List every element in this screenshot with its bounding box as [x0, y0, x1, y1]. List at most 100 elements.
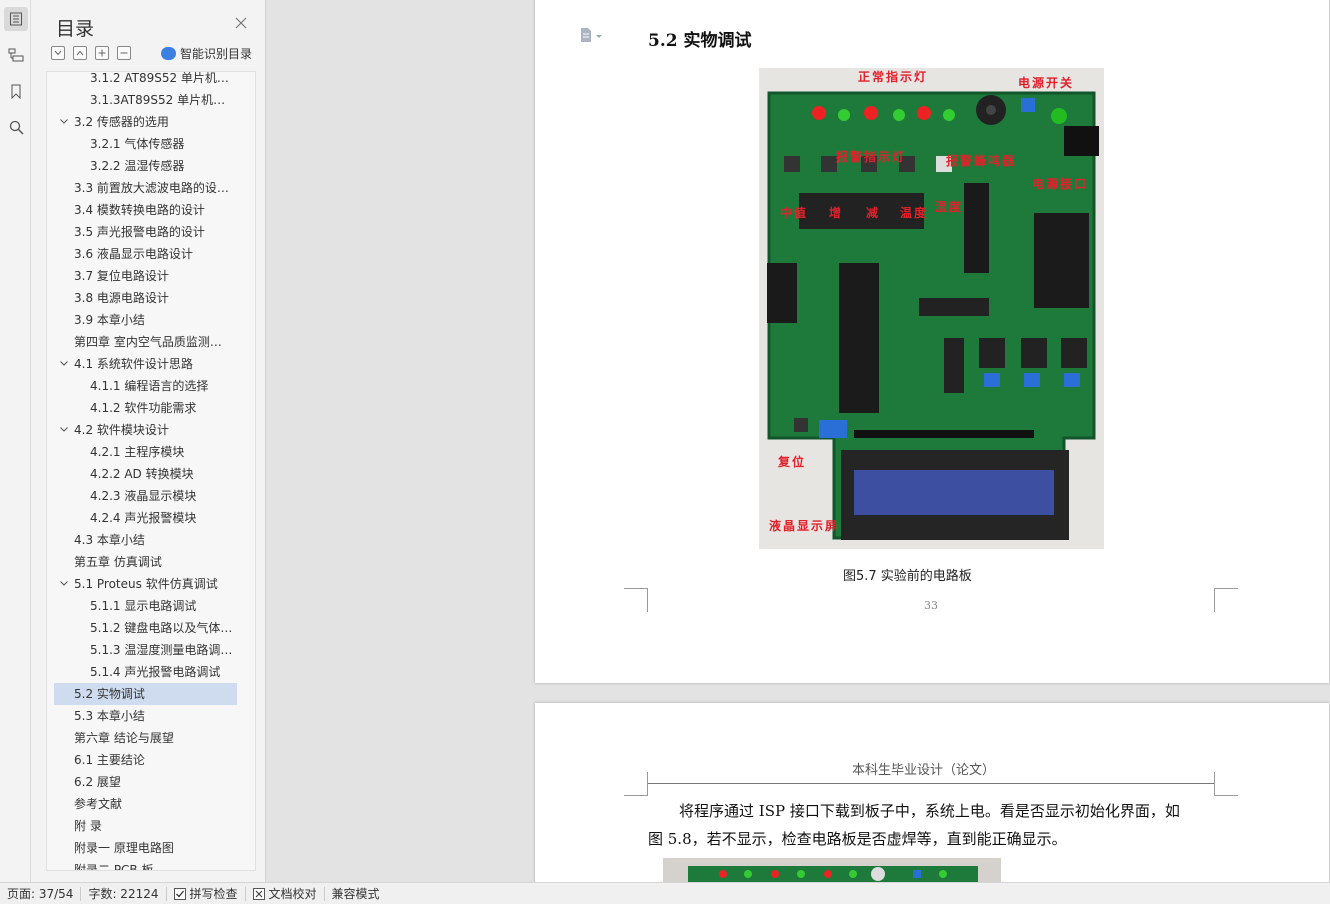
toc-item-label: 第四章 室内空气品质监测… — [74, 335, 222, 349]
toc-item[interactable]: 3.5 声光报警电路的设计 — [47, 221, 237, 243]
word-count[interactable]: 字数: 22124 — [81, 885, 165, 902]
navigation-pane-button[interactable] — [4, 43, 28, 67]
toc-item[interactable]: 3.2 传感器的选用 — [47, 111, 237, 133]
page-number: 33 — [924, 599, 938, 612]
expand-all-button[interactable] — [51, 46, 65, 60]
chevron-down-icon[interactable] — [60, 119, 68, 124]
toc-item[interactable]: 3.2.1 气体传感器 — [47, 133, 237, 155]
toc-item-label: 3.2.2 温湿传感器 — [90, 159, 185, 173]
bookmark-button[interactable] — [4, 79, 28, 103]
toc-item-label: 附录二 PCB 板 — [74, 863, 154, 871]
toc-item[interactable]: 4.1.2 软件功能需求 — [47, 397, 237, 419]
chevron-down-icon[interactable] — [60, 427, 68, 432]
toc-item[interactable]: 3.7 复位电路设计 — [47, 265, 237, 287]
collapse-all-button[interactable] — [73, 46, 87, 60]
label-key-mid: 中值 — [780, 206, 809, 220]
status-bar: 页面: 37/54 字数: 22124 拼写检查 文档校对 兼容模式 — [0, 882, 1330, 904]
toc-item[interactable]: 附 录 — [47, 815, 237, 837]
document-page-next — [535, 703, 1329, 882]
label-key-temp: 温度 — [900, 206, 929, 220]
close-icon[interactable] — [234, 16, 248, 30]
label-key-plus: 增 — [829, 206, 844, 220]
search-button[interactable] — [4, 115, 28, 139]
paragraph-menu-icon[interactable] — [579, 27, 605, 45]
toc-item[interactable]: 3.3 前置放大滤波电路的设… — [47, 177, 237, 199]
toc-item-label: 附录一 原理电路图 — [74, 841, 174, 855]
toc-item[interactable]: 3.2.2 温湿传感器 — [47, 155, 237, 177]
chevron-down-icon[interactable] — [60, 581, 68, 586]
toc-item[interactable]: 4.1.1 编程语言的选择 — [47, 375, 237, 397]
spell-check-button[interactable]: 拼写检查 — [167, 885, 245, 902]
proofread-button[interactable]: 文档校对 — [246, 885, 324, 902]
toc-item[interactable]: 5.3 本章小结 — [47, 705, 237, 727]
smart-toc-button[interactable]: 智能识别目录 — [161, 45, 252, 62]
left-rail — [0, 0, 31, 882]
toc-item[interactable]: 3.8 电源电路设计 — [47, 287, 237, 309]
toc-item[interactable]: 4.1 系统软件设计思路 — [47, 353, 237, 375]
body-paragraph-line1: 将程序通过 ISP 接口下载到板子中，系统上电。看是否显示初始化界面，如 — [679, 802, 1180, 820]
figure-caption: 图5.7 实验前的电路板 — [843, 569, 972, 584]
page-indicator[interactable]: 页面: 37/54 — [0, 885, 80, 902]
toc-item[interactable]: 5.1.2 键盘电路以及气体… — [47, 617, 237, 639]
toc-item[interactable]: 6.1 主要结论 — [47, 749, 237, 771]
smart-toc-icon — [161, 47, 176, 60]
toc-panel: 目录 智能识别目录 3.1.2 AT89S52 单片机… 3.1.3AT89S52… — [31, 0, 273, 882]
toc-item[interactable]: 5.1.1 显示电路调试 — [47, 595, 237, 617]
toc-item[interactable]: 3.1.2 AT89S52 单片机… — [47, 72, 237, 89]
toc-title: 目录 — [56, 18, 95, 40]
toc-item[interactable]: 第五章 仿真调试 — [47, 551, 237, 573]
smart-toc-label: 智能识别目录 — [180, 47, 253, 61]
toc-item-label: 3.5 声光报警电路的设计 — [74, 225, 205, 239]
toc-item[interactable]: 3.4 模数转换电路的设计 — [47, 199, 237, 221]
chevron-down-icon[interactable] — [60, 361, 68, 366]
toc-item[interactable]: 5.2 实物调试 — [54, 683, 237, 705]
toc-item[interactable]: 附录二 PCB 板 — [47, 859, 237, 871]
remove-heading-button[interactable] — [117, 46, 131, 60]
toc-item-label: 4.3 本章小结 — [74, 533, 145, 547]
app-window: 目录 智能识别目录 3.1.2 AT89S52 单片机… 3.1.3AT89S52… — [0, 0, 1330, 904]
page-corner-mark — [624, 588, 648, 612]
toc-item[interactable]: 3.9 本章小结 — [47, 309, 237, 331]
toc-item-label: 第六章 结论与展望 — [74, 731, 174, 745]
toc-item-label: 5.1.4 声光报警电路调试 — [90, 665, 221, 679]
toc-item[interactable]: 4.2 软件模块设计 — [47, 419, 237, 441]
plus-icon — [98, 49, 106, 57]
checkbox-icon — [173, 887, 186, 900]
document-view[interactable]: 5.2 实物调试 正常指示灯 电源开关 报警指示灯 报警蜂鸣器 电源接口 中值 … — [266, 0, 1330, 882]
toc-item[interactable]: 第四章 室内空气品质监测… — [47, 331, 237, 353]
toc-item[interactable]: 参考文献 — [47, 793, 237, 815]
toc-item[interactable]: 附录一 原理电路图 — [47, 837, 237, 859]
toc-item-label: 4.2.2 AD 转换模块 — [90, 467, 194, 481]
toc-item[interactable]: 5.1.3 温湿度测量电路调… — [47, 639, 237, 661]
toc-item[interactable]: 4.2.3 液晶显示模块 — [47, 485, 237, 507]
section-heading: 5.2 实物调试 — [648, 31, 752, 51]
header-rule — [648, 783, 1214, 784]
label-power-port: 电源接口 — [1032, 177, 1089, 191]
toc-item[interactable]: 第六章 结论与展望 — [47, 727, 237, 749]
toc-item[interactable]: 3.1.3AT89S52 单片机… — [47, 89, 237, 111]
toc-toolbar — [51, 45, 131, 61]
toc-item-label: 4.2.3 液晶显示模块 — [90, 489, 197, 503]
circuit-board-photo — [759, 68, 1104, 549]
toc-item-label: 3.9 本章小结 — [74, 313, 145, 327]
add-heading-button[interactable] — [95, 46, 109, 60]
label-normal-led: 正常指示灯 — [858, 70, 929, 84]
toc-item[interactable]: 4.2.1 主程序模块 — [47, 441, 237, 463]
toc-item[interactable]: 4.2.2 AD 转换模块 — [47, 463, 237, 485]
toc-item[interactable]: 6.2 展望 — [47, 771, 237, 793]
toc-item[interactable]: 4.2.4 声光报警模块 — [47, 507, 237, 529]
toc-item[interactable]: 3.6 液晶显示电路设计 — [47, 243, 237, 265]
label-reset: 复位 — [778, 455, 807, 469]
toc-item-label: 4.1.1 编程语言的选择 — [90, 379, 209, 393]
toc-item-label: 6.1 主要结论 — [74, 753, 145, 767]
toc-item-label: 5.3 本章小结 — [74, 709, 145, 723]
label-lcd: 液晶显示屏 — [769, 519, 840, 533]
toc-item-label: 4.2.4 声光报警模块 — [90, 511, 197, 525]
toc-item[interactable]: 4.3 本章小结 — [47, 529, 237, 551]
toc-item-label: 4.1.2 软件功能需求 — [90, 401, 197, 415]
toc-item-label: 3.1.3AT89S52 单片机… — [90, 93, 226, 107]
toc-item[interactable]: 5.1 Proteus 软件仿真调试 — [47, 573, 237, 595]
structure-icon — [8, 48, 24, 62]
toc-view-button[interactable] — [4, 7, 28, 31]
toc-item[interactable]: 5.1.4 声光报警电路调试 — [47, 661, 237, 683]
